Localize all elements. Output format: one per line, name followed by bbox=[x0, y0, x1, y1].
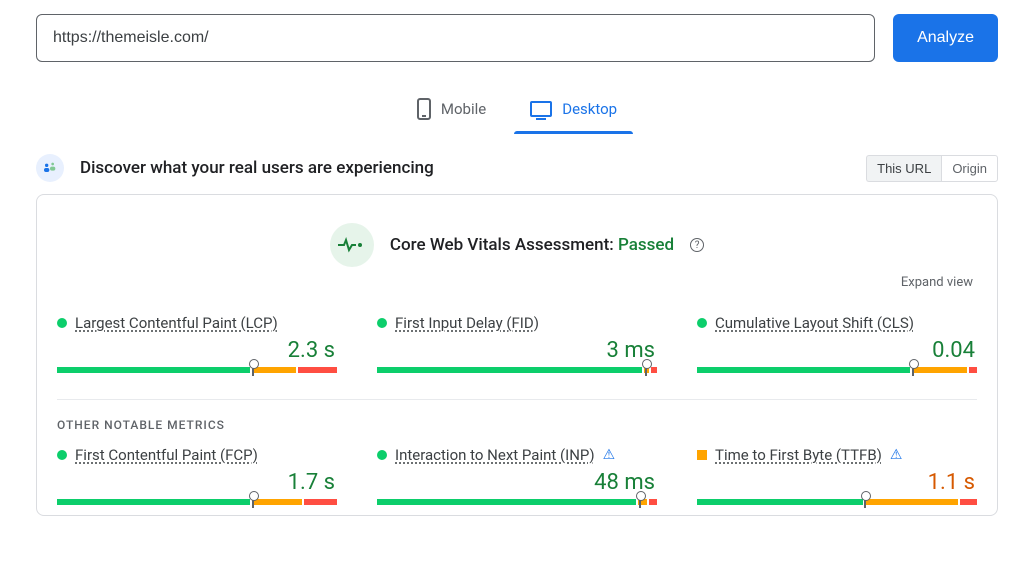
metric-name-link[interactable]: Largest Contentful Paint (LCP) bbox=[75, 314, 278, 332]
scope-origin[interactable]: Origin bbox=[941, 155, 998, 182]
distribution-bar bbox=[697, 367, 977, 373]
metric-name-link[interactable]: First Input Delay (FID) bbox=[395, 314, 539, 332]
status-indicator bbox=[57, 318, 67, 328]
discover-heading: Discover what your real users are experi… bbox=[80, 158, 434, 178]
metric-name-link[interactable]: Cumulative Layout Shift (CLS) bbox=[715, 314, 914, 332]
assessment-text: Core Web Vitals Assessment: Passed bbox=[390, 235, 674, 255]
field-data-card: Core Web Vitals Assessment: Passed ? Exp… bbox=[36, 194, 998, 516]
metric-value: 48 ms bbox=[377, 470, 655, 495]
divider bbox=[57, 399, 977, 400]
tab-mobile[interactable]: Mobile bbox=[405, 90, 498, 134]
expand-view-link[interactable]: Expand view bbox=[57, 275, 973, 290]
assessment-label: Core Web Vitals Assessment: bbox=[390, 235, 614, 255]
help-icon[interactable]: ? bbox=[690, 238, 704, 252]
distribution-bar bbox=[697, 499, 977, 505]
scope-toggle: This URL Origin bbox=[866, 155, 998, 182]
other-metrics-heading: OTHER NOTABLE METRICS bbox=[57, 418, 977, 432]
url-input[interactable] bbox=[36, 14, 875, 62]
metric-value: 2.3 s bbox=[57, 338, 335, 363]
metric: Largest Contentful Paint (LCP) 2.3 s bbox=[57, 314, 337, 373]
metric: First Input Delay (FID) 3 ms bbox=[377, 314, 657, 373]
status-indicator bbox=[57, 450, 67, 460]
experimental-icon: ⚠ bbox=[890, 447, 903, 463]
metric: Interaction to Next Paint (INP) ⚠ 48 ms bbox=[377, 446, 657, 505]
distribution-bar bbox=[377, 499, 657, 505]
metric: Time to First Byte (TTFB) ⚠ 1.1 s bbox=[697, 446, 977, 505]
metric-value: 1.7 s bbox=[57, 470, 335, 495]
metric: Cumulative Layout Shift (CLS) 0.04 bbox=[697, 314, 977, 373]
pulse-icon bbox=[330, 223, 374, 267]
desktop-icon bbox=[530, 101, 552, 117]
metric-name-link[interactable]: Time to First Byte (TTFB) bbox=[715, 446, 882, 464]
mobile-icon bbox=[417, 98, 431, 120]
tab-mobile-label: Mobile bbox=[441, 100, 486, 118]
metric-name-link[interactable]: First Contentful Paint (FCP) bbox=[75, 446, 258, 464]
tab-desktop[interactable]: Desktop bbox=[518, 90, 629, 134]
distribution-bar bbox=[57, 499, 337, 505]
distribution-bar bbox=[57, 367, 337, 373]
metric-value: 3 ms bbox=[377, 338, 655, 363]
status-indicator bbox=[697, 450, 707, 460]
analyze-button[interactable]: Analyze bbox=[893, 14, 998, 62]
users-icon bbox=[36, 154, 64, 182]
scope-this-url[interactable]: This URL bbox=[866, 155, 941, 182]
experimental-icon: ⚠ bbox=[603, 447, 616, 463]
status-indicator bbox=[377, 450, 387, 460]
metric-name-link[interactable]: Interaction to Next Paint (INP) bbox=[395, 446, 595, 464]
metric-value: 0.04 bbox=[697, 338, 975, 363]
metric: First Contentful Paint (FCP) 1.7 s bbox=[57, 446, 337, 505]
status-indicator bbox=[377, 318, 387, 328]
metric-value: 1.1 s bbox=[697, 470, 975, 495]
status-indicator bbox=[697, 318, 707, 328]
tab-desktop-label: Desktop bbox=[562, 100, 617, 118]
distribution-bar bbox=[377, 367, 657, 373]
assessment-status: Passed bbox=[618, 235, 674, 255]
